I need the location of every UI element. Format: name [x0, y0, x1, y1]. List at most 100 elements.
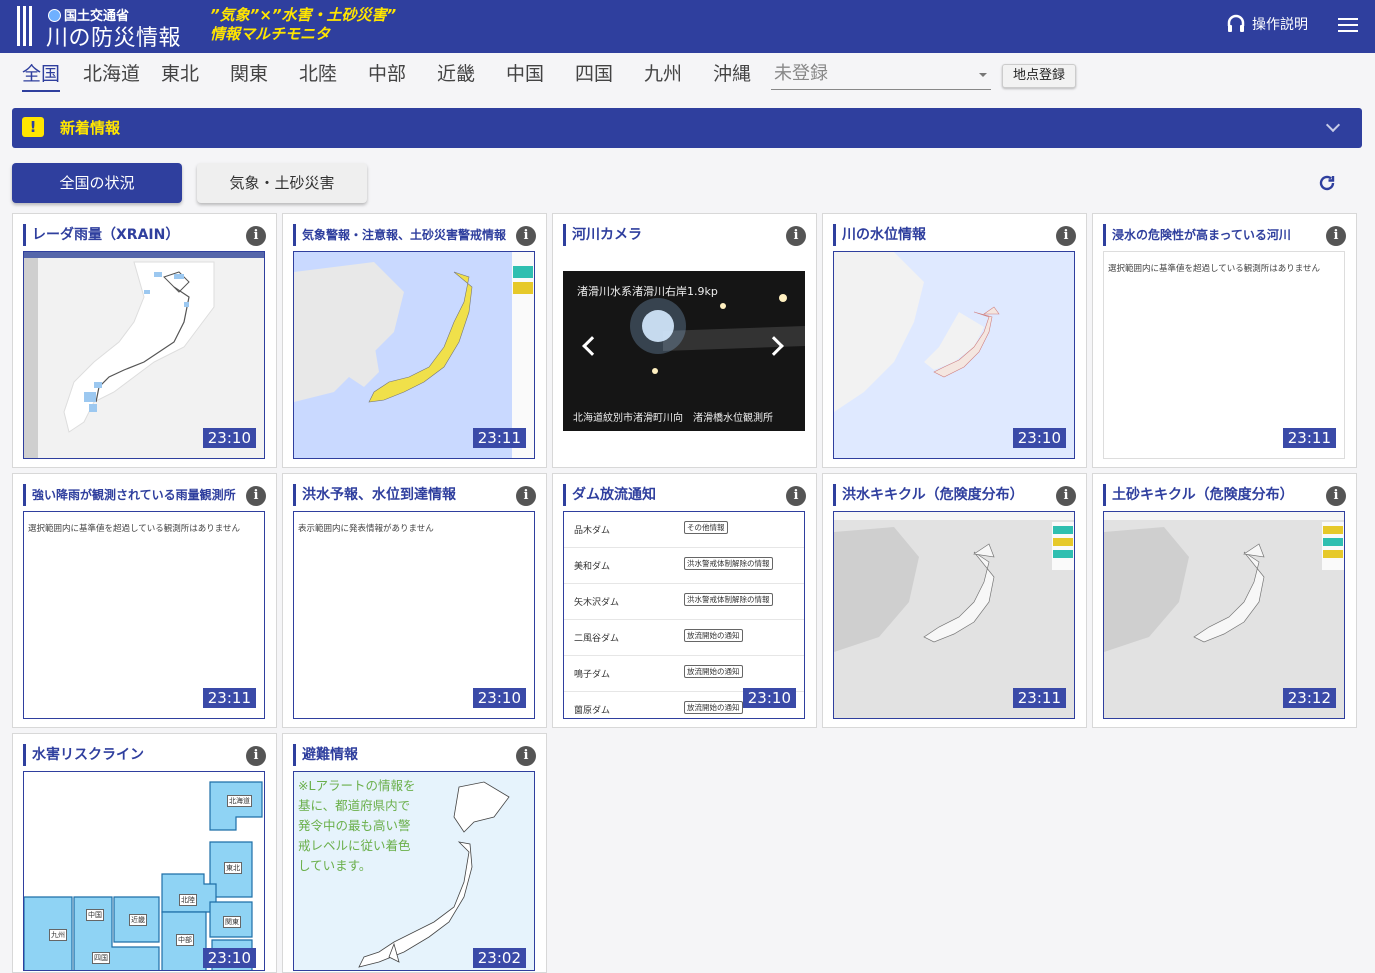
news-bar[interactable]: ! 新着情報 — [12, 108, 1362, 148]
empty-message: 選択範囲内に基準値を超過している観測所はありません — [28, 524, 240, 534]
card-river-camera[interactable]: 河川カメラ i 渚滑川水系渚滑川右岸1.9kp 北海道紋別市渚滑町川向 渚滑橋水… — [552, 213, 817, 468]
status-badge: 放流開始の通知 — [684, 629, 743, 642]
water-level-map[interactable]: 23:10 — [833, 251, 1075, 459]
app-header: 国土交通省 川の防災情報 ”気象”×”水害・土砂災害” 情報マルチモニタ 操作説… — [0, 0, 1375, 53]
card-title: 川の水位情報 — [833, 224, 926, 246]
region-tab-chubu[interactable]: 中部 — [368, 58, 406, 90]
timestamp: 23:10 — [202, 428, 256, 448]
radar-map[interactable]: 23:10 — [23, 251, 265, 459]
info-icon[interactable]: i — [1326, 486, 1346, 506]
status-badge: 放流開始の通知 — [684, 701, 743, 714]
flood-forecast-panel[interactable]: 表示範囲内に発表情報がありません 23:10 — [293, 511, 535, 719]
refresh-icon[interactable] — [1317, 173, 1337, 193]
info-icon[interactable]: i — [786, 226, 806, 246]
risk-line-map[interactable]: 北海道 東北 北陸 関東 中部 中国 近畿 九州 四国 23:10 — [23, 771, 265, 971]
info-icon[interactable]: i — [516, 486, 536, 506]
region-label[interactable]: 東北 — [224, 862, 242, 874]
timestamp: 23:02 — [472, 948, 526, 968]
card-weather-warnings[interactable]: 気象警報・注意報、土砂災害警戒情報 i 23:11 — [282, 213, 547, 468]
list-item[interactable]: 品木ダム その他情報 — [564, 512, 804, 548]
region-tab-okinawa[interactable]: 沖縄 — [713, 58, 751, 90]
region-tab-national[interactable]: 全国 — [22, 58, 61, 92]
evacuation-note: ※Lアラートの情報を基に、都道府県内で発令中の最も高い警戒レベルに従い着色してい… — [298, 778, 416, 873]
evacuation-map[interactable]: ※Lアラートの情報を基に、都道府県内で発令中の最も高い警戒レベルに従い着色してい… — [293, 771, 535, 971]
river-camera-viewer[interactable]: 渚滑川水系渚滑川右岸1.9kp 北海道紋別市渚滑町川向 渚滑橋水位観測所 — [563, 251, 805, 449]
info-icon[interactable]: i — [246, 486, 266, 506]
card-flood-kikikuru[interactable]: 洪水キキクル（危険度分布） i 23:11 — [822, 473, 1087, 728]
tab-weather-sediment[interactable]: 気象・土砂災害 — [197, 163, 367, 203]
timestamp: 23:11 — [202, 688, 256, 708]
dam-release-list[interactable]: 品木ダム その他情報 美和ダム 洪水警戒体制解除の情報 矢木沢ダム 洪水警戒体制解除の… — [563, 511, 805, 719]
chevron-down-icon[interactable] — [1325, 117, 1341, 133]
list-item[interactable]: 美和ダム 洪水警戒体制解除の情報 — [564, 548, 804, 584]
timestamp: 23:11 — [472, 428, 526, 448]
card-title: 強い降雨が観測されている雨量観測所 — [23, 484, 236, 506]
sediment-kikikuru-map[interactable]: 23:12 — [1103, 511, 1345, 719]
region-tab-chugoku[interactable]: 中国 — [506, 58, 544, 90]
tab-national-status[interactable]: 全国の状況 — [12, 163, 182, 203]
card-title: 浸水の危険性が高まっている河川 — [1103, 224, 1291, 246]
info-icon[interactable]: i — [246, 746, 266, 766]
card-title: レーダ雨量（XRAIN） — [23, 224, 179, 246]
card-dam-release[interactable]: ダム放流通知 i 品木ダム その他情報 美和ダム 洪水警戒体制解除の情報 矢木沢ダム… — [552, 473, 817, 728]
region-tab-kanto[interactable]: 関東 — [230, 58, 268, 90]
status-badge: 洪水警戒体制解除の情報 — [684, 557, 773, 570]
info-icon[interactable]: i — [1056, 486, 1076, 506]
list-item[interactable]: 二風谷ダム 放流開始の通知 — [564, 620, 804, 656]
empty-message: 表示範囲内に発表情報がありません — [298, 524, 434, 534]
headset-icon — [1227, 14, 1245, 32]
card-radar-rain[interactable]: レーダ雨量（XRAIN） i 23:10 — [12, 213, 277, 468]
region-tab-shikoku[interactable]: 四国 — [575, 58, 613, 90]
weather-warnings-map[interactable]: 23:11 — [293, 251, 535, 459]
timestamp: 23:10 — [472, 688, 526, 708]
card-flood-risk-line[interactable]: 水害リスクライン i 北海道 東北 北陸 関東 中部 中国 近畿 九州 四国 2… — [12, 733, 277, 973]
register-location-button[interactable]: 地点登録 — [1002, 64, 1076, 88]
camera-caption-bottom: 北海道紋別市渚滑町川向 渚滑橋水位観測所 — [573, 413, 773, 424]
help-button[interactable]: 操作説明 — [1226, 14, 1308, 34]
list-item[interactable]: 鳴子ダム 放流開始の通知 — [564, 656, 804, 692]
camera-caption-top: 渚滑川水系渚滑川右岸1.9kp — [577, 285, 718, 298]
region-label[interactable]: 九州 — [49, 929, 67, 941]
news-label: 新着情報 — [60, 119, 121, 137]
list-item[interactable]: 矢木沢ダム 洪水警戒体制解除の情報 — [564, 584, 804, 620]
info-icon[interactable]: i — [516, 226, 536, 246]
card-title: 洪水予報、水位到達情報 — [293, 484, 456, 506]
card-flood-forecast[interactable]: 洪水予報、水位到達情報 i 表示範囲内に発表情報がありません 23:10 — [282, 473, 547, 728]
heavy-rain-panel[interactable]: 選択範囲内に基準値を超過している観測所はありません 23:11 — [23, 511, 265, 719]
inundation-risk-panel[interactable]: 選択範囲内に基準値を超過している観測所はありません 23:11 — [1103, 251, 1345, 459]
card-heavy-rain-stations[interactable]: 強い降雨が観測されている雨量観測所 i 選択範囲内に基準値を超過している観測所は… — [12, 473, 277, 728]
info-icon[interactable]: i — [786, 486, 806, 506]
region-label[interactable]: 北海道 — [227, 795, 252, 807]
card-title: ダム放流通知 — [563, 484, 656, 506]
timestamp: 23:11 — [1282, 428, 1336, 448]
region-label[interactable]: 関東 — [223, 916, 241, 928]
info-icon[interactable]: i — [1056, 226, 1076, 246]
timestamp: 23:11 — [1012, 688, 1066, 708]
timestamp: 23:12 — [1282, 688, 1336, 708]
card-sediment-kikikuru[interactable]: 土砂キキクル（危険度分布） i 23:12 — [1092, 473, 1357, 728]
info-icon[interactable]: i — [516, 746, 536, 766]
info-icon[interactable]: i — [246, 226, 266, 246]
card-water-level[interactable]: 川の水位情報 i 23:10 — [822, 213, 1087, 468]
app-title[interactable]: 川の防災情報 — [46, 20, 181, 52]
status-badge: 放流開始の通知 — [684, 665, 743, 678]
card-inundation-risk-rivers[interactable]: 浸水の危険性が高まっている河川 i 選択範囲内に基準値を超過している観測所はあり… — [1092, 213, 1357, 468]
info-icon[interactable]: i — [1326, 226, 1346, 246]
region-tab-kinki[interactable]: 近畿 — [437, 58, 475, 90]
hamburger-menu-icon[interactable] — [1338, 18, 1358, 34]
region-label[interactable]: 中国 — [86, 909, 104, 921]
camera-image: 渚滑川水系渚滑川右岸1.9kp 北海道紋別市渚滑町川向 渚滑橋水位観測所 — [563, 271, 805, 431]
region-tab-kyushu[interactable]: 九州 — [644, 58, 682, 90]
region-tab-hokkaido[interactable]: 北海道 — [83, 58, 140, 90]
card-evacuation-info[interactable]: 避難情報 i ※Lアラートの情報を基に、都道府県内で発令中の最も高い警戒レベルに… — [282, 733, 547, 973]
location-select[interactable]: 未登録 — [771, 60, 991, 90]
card-title: 気象警報・注意報、土砂災害警戒情報 — [293, 224, 506, 246]
region-label[interactable]: 中部 — [176, 934, 194, 946]
region-label[interactable]: 北陸 — [179, 894, 197, 906]
flood-kikikuru-map[interactable]: 23:11 — [833, 511, 1075, 719]
region-label[interactable]: 四国 — [92, 952, 110, 964]
region-label[interactable]: 近畿 — [129, 914, 147, 926]
region-tab-hokuriku[interactable]: 北陸 — [299, 58, 337, 90]
timestamp: 23:10 — [202, 948, 256, 968]
region-tab-tohoku[interactable]: 東北 — [161, 58, 199, 90]
